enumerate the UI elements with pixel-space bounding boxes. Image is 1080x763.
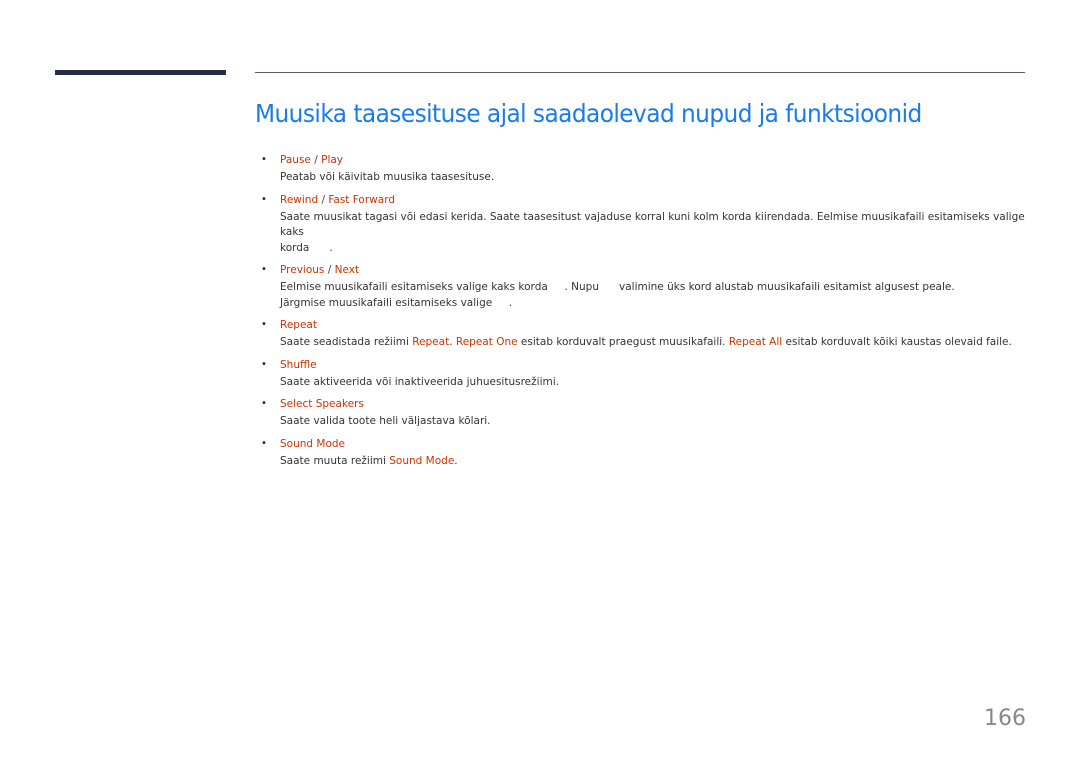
heading-separator: / (318, 193, 329, 206)
item-heading: Shuffle (280, 358, 317, 371)
description-line: korda . (280, 241, 333, 254)
item-description: Saate seadistada režiimi Repeat. Repeat … (280, 335, 1031, 351)
list-item-sound-mode: • Sound Mode Saate muuta režiimi Sound M… (261, 437, 1031, 470)
description-line: Eelmise muusikafaili esitamiseks valige … (280, 281, 955, 293)
page-title: Muusika taasesituse ajal saadaolevad nup… (255, 99, 922, 128)
description-text: . (449, 336, 456, 348)
bullet-icon: • (261, 319, 267, 330)
heading-term: Pause (280, 154, 311, 166)
list-item-repeat: • Repeat Saate seadistada režiimi Repeat… (261, 318, 1031, 351)
heading-term: Rewind (280, 193, 319, 206)
item-heading: Sound Mode (280, 437, 346, 450)
item-heading: Rewind / Fast Forward (280, 193, 1031, 207)
bullet-icon: • (261, 264, 267, 275)
page-number: 166 (984, 706, 1026, 731)
heading-term: Fast Forward (328, 193, 395, 206)
item-description: Eelmise muusikafaili esitamiseks valige … (280, 280, 1031, 311)
highlighted-term: Repeat One (455, 336, 518, 348)
chapter-marker-bar (55, 70, 226, 75)
description-text: esitab korduvalt praegust muusikafaili. (517, 336, 729, 348)
description-text: . (454, 454, 458, 467)
item-description: Peatab või käivitab muusika taasesituse. (280, 171, 495, 183)
header-divider (255, 72, 1025, 73)
highlighted-term: Sound Mode (389, 454, 455, 467)
list-item-rewind-fast-forward: • Rewind / Fast Forward Saate muusikat t… (261, 193, 1031, 257)
bullet-icon: • (261, 193, 267, 205)
item-heading: Previous / Next (280, 263, 1031, 277)
list-item-pause-play: • Pause / Play Peatab või käivitab muusi… (261, 153, 1031, 186)
description-line: Saate muusikat tagasi või edasi kerida. … (280, 210, 1025, 239)
description-text: Saate muuta režiimi (280, 454, 390, 467)
bullet-icon: • (261, 154, 267, 165)
item-description: Saate valida toote heli väljastava kõlar… (280, 415, 491, 427)
heading-term: Previous (280, 264, 325, 276)
list-item-shuffle: • Shuffle Saate aktiveerida või inaktive… (261, 358, 1031, 391)
heading-term: Next (334, 264, 360, 276)
bullet-icon: • (261, 398, 267, 409)
item-description: Saate muuta režiimi Sound Mode. (280, 454, 1031, 470)
description-line: Järgmise muusikafaili esitamiseks valige… (280, 296, 513, 309)
item-heading: Select Speakers (280, 398, 364, 410)
list-item-select-speakers: • Select Speakers Saate valida toote hel… (261, 397, 1031, 430)
bullet-icon: • (261, 437, 267, 449)
description-text: Saate seadistada režiimi (280, 336, 413, 348)
item-description: Saate muusikat tagasi või edasi kerida. … (280, 210, 1031, 257)
heading-separator: / (310, 154, 322, 166)
highlighted-term: Repeat All (728, 336, 783, 348)
description-text: esitab korduvalt kõiki kaustas olevaid f… (782, 336, 1012, 348)
item-heading: Pause / Play (280, 153, 1031, 167)
bullet-icon: • (261, 358, 267, 370)
list-item-previous-next: • Previous / Next Eelmise muusikafaili e… (261, 263, 1031, 311)
function-list: • Pause / Play Peatab või käivitab muusi… (261, 153, 1031, 476)
item-heading: Repeat (280, 319, 317, 331)
item-description: Saate aktiveerida või inaktiveerida juhu… (280, 375, 559, 388)
heading-separator: / (324, 264, 335, 276)
highlighted-term: Repeat (412, 336, 450, 348)
heading-term: Play (321, 154, 344, 166)
